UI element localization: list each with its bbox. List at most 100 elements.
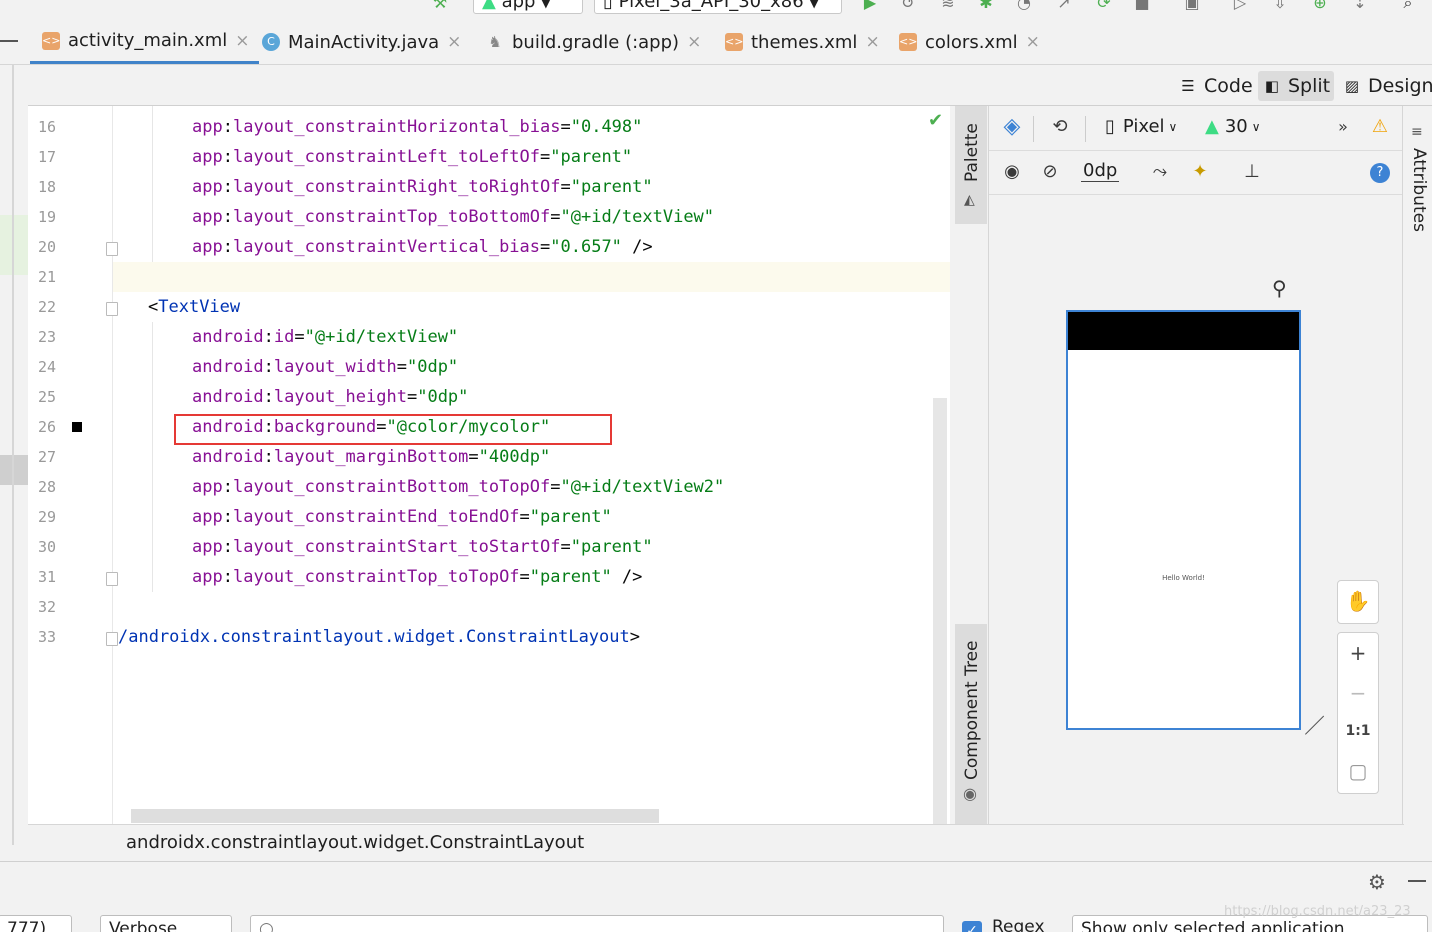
no-problems-check-icon[interactable]: ✔ — [928, 110, 943, 131]
stop-icon[interactable]: ■ — [1132, 0, 1152, 12]
tab-build-gradle[interactable]: ♞ build.gradle (:app) × — [486, 20, 701, 64]
api-level-dropdown[interactable]: ▲ 30 ∨ — [1205, 116, 1261, 137]
apply-code-changes-icon[interactable]: ≋ — [938, 0, 958, 12]
phone-icon: ▯ — [1105, 116, 1115, 137]
zoom-reset-button[interactable]: 1:1 — [1338, 723, 1378, 739]
code-line[interactable]: app:layout_constraintLeft_toLeftOf="pare… — [192, 142, 632, 172]
line-number: 30 — [38, 538, 57, 556]
profile-icon[interactable]: ◔ — [1014, 0, 1034, 12]
process-select[interactable]: 777) — [0, 915, 72, 932]
infer-constraints-wand-icon[interactable]: ✦ — [1187, 161, 1213, 183]
code-line[interactable]: app:layout_constraintHorizontal_bias="0.… — [192, 112, 642, 142]
code-line[interactable]: android:layout_height="0dp" — [192, 382, 468, 412]
color-swatch-icon[interactable] — [72, 422, 82, 432]
device-preview[interactable]: Hello World! — [1066, 310, 1301, 730]
layers-icon[interactable]: ◈ — [999, 116, 1025, 138]
orientation-icon[interactable]: ⟲ — [1047, 116, 1073, 138]
code-line[interactable]: app:layout_constraintStart_toStartOf="pa… — [192, 532, 653, 562]
device-dropdown[interactable]: ▯ Pixel ∨ — [1105, 116, 1177, 137]
gear-icon[interactable]: ⚙ — [1368, 870, 1386, 894]
overflow-chevron-icon[interactable]: » — [1333, 116, 1353, 138]
warning-icon[interactable]: ⚠ — [1369, 116, 1391, 138]
fold-marker-icon[interactable] — [106, 242, 118, 256]
guidelines-icon[interactable]: ⊥ — [1239, 161, 1265, 183]
apply-changes-icon[interactable]: ↺ — [898, 0, 918, 12]
line-number: 32 — [38, 598, 57, 616]
code-line[interactable]: android:id="@+id/textView" — [192, 322, 458, 352]
close-icon[interactable]: × — [447, 32, 461, 52]
horizontal-scrollbar[interactable] — [131, 809, 659, 823]
sync-icon[interactable]: ⟳ — [1094, 0, 1114, 12]
attributes-tab[interactable]: Attributes — [1409, 148, 1429, 232]
line-number: 16 — [38, 118, 57, 136]
build-hammer-icon[interactable]: ⚒ — [430, 0, 450, 12]
close-icon[interactable]: × — [687, 32, 701, 52]
help-icon[interactable]: ? — [1370, 163, 1390, 183]
default-margin-button[interactable]: 0dp — [1081, 160, 1120, 182]
minimize-icon[interactable] — [1408, 880, 1426, 882]
clear-constraints-icon[interactable]: ⤳ — [1147, 161, 1173, 183]
minimize-icon[interactable] — [0, 40, 18, 42]
run-icon[interactable]: ▶ — [860, 0, 880, 12]
attach-debugger-icon[interactable]: ↗ — [1054, 0, 1074, 12]
highlight-box — [174, 414, 612, 445]
code-line[interactable]: android:layout_width="0dp" — [192, 352, 458, 382]
palette-tab[interactable]: Palette ◭ — [955, 106, 987, 224]
device-manager-icon[interactable]: ▣ — [1182, 0, 1202, 12]
code-editor[interactable]: 16 17 18 19 20 21 22 23 24 25 26 27 28 29 30 31 32 33 ✔ a… — [28, 106, 950, 824]
zoom-out-icon[interactable]: − — [1338, 681, 1378, 705]
hello-world-text[interactable]: Hello World! — [1068, 574, 1299, 582]
device-select[interactable]: ▯ Pixel_3a_API_30_x86 ▼ — [594, 0, 842, 14]
layout-inspector-icon[interactable]: ⊕ — [1310, 0, 1330, 12]
code-line[interactable]: app:layout_constraintEnd_toEndOf="parent… — [192, 502, 612, 532]
phone-icon: ▯ — [603, 0, 613, 12]
tab-main-activity-java[interactable]: C MainActivity.java × — [262, 20, 461, 64]
vertical-scrollbar[interactable] — [933, 398, 947, 824]
close-icon[interactable]: × — [865, 32, 879, 52]
run-config-select[interactable]: ▲ app ▼ — [473, 0, 583, 14]
fold-marker-icon[interactable] — [106, 302, 118, 316]
zoom-to-fit-icon[interactable]: ▢ — [1338, 759, 1378, 783]
code-mode-button[interactable]: ☰ Code — [1174, 71, 1257, 101]
code-line[interactable]: app:layout_constraintBottom_toTopOf="@+i… — [192, 472, 724, 502]
tab-themes-xml[interactable]: <> themes.xml × — [725, 20, 880, 64]
regex-checkbox[interactable]: ✓ — [962, 921, 982, 932]
search-icon[interactable]: ⌕ — [1398, 0, 1418, 12]
sdk-manager-icon[interactable]: ⇩ — [1270, 0, 1290, 12]
code-line[interactable]: app:layout_constraintVertical_bias="0.65… — [192, 232, 653, 262]
line-number: 25 — [38, 388, 57, 406]
pan-button[interactable]: ✋ — [1337, 580, 1379, 624]
android-icon: ▲ — [1205, 116, 1219, 137]
fold-marker-icon[interactable] — [106, 572, 118, 586]
code-line[interactable]: android:layout_marginBottom="400dp" — [192, 442, 550, 472]
panel-divider — [12, 65, 14, 845]
tab-activity-main-xml[interactable]: <> activity_main.xml × — [30, 20, 260, 64]
log-search-input[interactable]: ○ — [250, 915, 944, 932]
zoom-in-icon[interactable]: + — [1338, 641, 1378, 665]
chevron-down-icon: ∨ — [1168, 119, 1178, 134]
line-number: 33 — [38, 628, 57, 646]
split-mode-button[interactable]: ◧ Split — [1258, 71, 1335, 101]
code-line[interactable]: app:layout_constraintTop_toBottomOf="@+i… — [192, 202, 714, 232]
avd-manager-icon[interactable]: ▷ — [1230, 0, 1250, 12]
code-line[interactable]: app:layout_constraintTop_toTopOf="parent… — [192, 562, 642, 592]
palette-icon: ◭ — [964, 192, 975, 208]
eye-icon[interactable]: ◉ — [999, 161, 1025, 183]
gradle-sync-icon[interactable]: ⇣ — [1350, 0, 1370, 12]
breadcrumb-item[interactable]: androidx.constraintlayout.widget.Constra… — [126, 825, 584, 861]
close-icon[interactable]: × — [235, 31, 249, 51]
code-line[interactable]: app:layout_constraintRight_toRightOf="pa… — [192, 172, 653, 202]
component-tree-tab[interactable]: Component Tree ◉ — [955, 624, 987, 824]
pin-icon[interactable]: ⚲ — [1272, 276, 1287, 300]
design-mode-button[interactable]: ▨ Design — [1338, 71, 1432, 101]
android-icon: ▲ — [482, 0, 496, 12]
tab-colors-xml[interactable]: <> colors.xml × — [899, 20, 1040, 64]
close-icon[interactable]: × — [1026, 32, 1040, 52]
log-level-select[interactable]: Verbose — [100, 915, 232, 932]
magnet-off-icon[interactable]: ⊘ — [1037, 161, 1063, 183]
indent-guide — [152, 322, 153, 592]
code-line[interactable]: /androidx.constraintlayout.widget.Constr… — [118, 622, 640, 652]
fold-marker-icon[interactable] — [106, 632, 118, 646]
debug-icon[interactable]: ✱ — [976, 0, 996, 12]
code-line[interactable]: <TextView — [148, 292, 240, 322]
